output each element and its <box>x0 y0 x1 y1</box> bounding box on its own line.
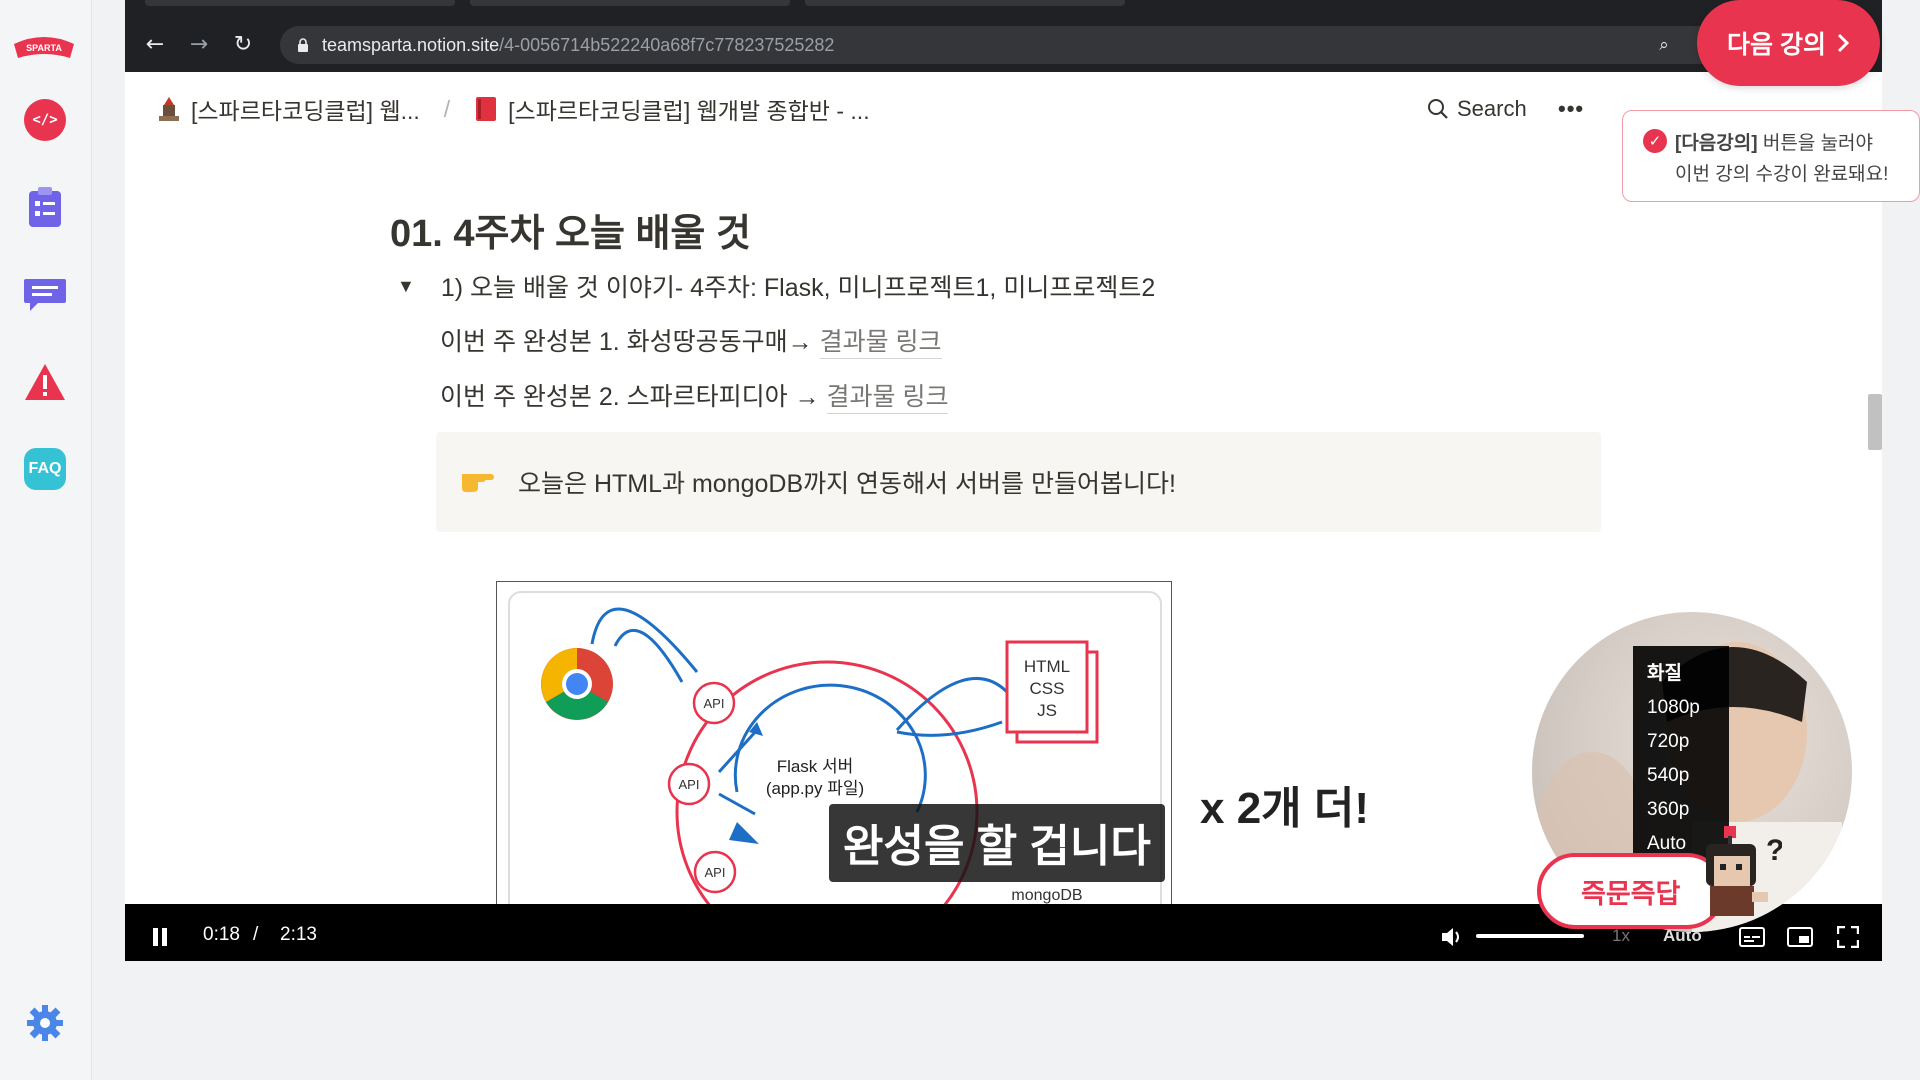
api-label: API <box>704 696 725 711</box>
toast-bold: [다음강의] <box>1675 133 1758 154</box>
search-label: Search <box>1457 96 1527 121</box>
server-file-label: (app.py 파일) <box>766 779 864 798</box>
result-link-1[interactable]: 결과물 링크 <box>819 328 942 359</box>
toast-rest: 버튼을 눌러야 <box>1757 133 1874 154</box>
logo-text: SPARTA <box>26 43 62 53</box>
rocket-emoji-icon <box>157 96 181 122</box>
warning-icon[interactable] <box>20 357 70 407</box>
toast-line-2: 이번 강의 수강이 완료돼요! <box>1675 164 1889 185</box>
instant-qa-button[interactable]: 즉문즉답 <box>1537 853 1725 929</box>
quality-option-540p[interactable]: 540p <box>1633 759 1729 793</box>
mongodb-label: mongoDB <box>1011 887 1082 904</box>
pointing-hand-icon <box>458 458 498 498</box>
browser-chrome: ← → ↻ teamsparta.notion.site/4-0056714b5… <box>125 0 1882 72</box>
toggle-triangle-icon[interactable]: ▼ <box>397 276 415 297</box>
chrome-logo-icon <box>541 648 613 720</box>
chat-icon[interactable] <box>20 270 70 320</box>
result-line-1: 이번 주 완성본 1. 화성땅공동구매→ 결과물 링크 <box>440 322 942 359</box>
html-label: HTML <box>1024 657 1070 676</box>
toast-line-1: [다음강의] 버튼을 눌러야 <box>1675 128 1873 155</box>
mascot-character-icon[interactable]: ? <box>1700 826 1784 922</box>
url-text: teamsparta.notion.site/4-0056714b522240a… <box>322 35 834 56</box>
browser-tab[interactable] <box>145 0 455 6</box>
callout-text: 오늘은 HTML과 mongoDB까지 연동해서 서버를 만들어봅니다! <box>518 470 1176 498</box>
more-options-icon[interactable]: ••• <box>1558 96 1584 122</box>
breadcrumb-item-page[interactable]: [스파르타코딩클럽] 웹개발 종합반 - ... <box>508 92 869 126</box>
zoom-icon[interactable]: ⌕ <box>1653 34 1675 56</box>
search-button[interactable]: Search <box>1427 96 1527 122</box>
toggle-block[interactable]: ▼ 1) 오늘 배울 것 이야기- 4주차: Flask, 미니프로젝트1, 미… <box>397 268 1155 304</box>
current-time: 0:18 <box>203 924 240 945</box>
forward-arrow-icon[interactable]: → <box>185 30 213 58</box>
pause-icon[interactable] <box>145 922 175 952</box>
search-icon <box>1428 99 1448 119</box>
css-label: CSS <box>1030 679 1065 698</box>
check-circle-icon: ✓ <box>1643 129 1667 153</box>
reload-icon[interactable]: ↻ <box>229 30 257 58</box>
breadcrumb: [스파르타코딩클럽] 웹... / [스파르타코딩클럽] 웹개발 종합반 - .… <box>157 94 870 124</box>
js-label: JS <box>1037 701 1057 720</box>
volume-icon[interactable] <box>1437 922 1467 952</box>
next-lecture-label: 다음 강의 <box>1727 31 1826 59</box>
callout-block: 오늘은 HTML과 mongoDB까지 연동해서 서버를 만들어봅니다! <box>436 432 1601 532</box>
subtitles-icon[interactable] <box>1737 922 1767 952</box>
browser-tab[interactable] <box>470 0 790 6</box>
page-heading: 01. 4주차 오늘 배울 것 <box>390 213 751 255</box>
video-subtitle: 완성을 할 겁니다 <box>829 804 1165 882</box>
result-link-2[interactable]: 결과물 링크 <box>826 383 949 414</box>
api-label: API <box>679 777 700 792</box>
picture-in-picture-icon[interactable] <box>1785 922 1815 952</box>
checklist-icon[interactable] <box>20 183 70 233</box>
times-more-label: x 2개 더! <box>1200 784 1370 833</box>
svg-text:?: ? <box>1766 834 1782 867</box>
faq-icon[interactable]: FAQ <box>20 444 70 494</box>
lock-icon <box>292 34 314 56</box>
result-line-2: 이번 주 완성본 2. 스파르타피디아 → 결과물 링크 <box>440 377 949 414</box>
breadcrumb-separator: / <box>443 95 451 122</box>
faq-label: FAQ <box>24 448 66 490</box>
time-separator: / <box>253 924 259 945</box>
speed-button[interactable]: 1x <box>1612 926 1630 946</box>
duration: 2:13 <box>280 924 317 945</box>
result-line-2-text: 이번 주 완성본 2. 스파르타피디아 → <box>440 383 827 411</box>
red-book-emoji-icon <box>474 96 498 122</box>
breadcrumb-item-course[interactable]: [스파르타코딩클럽] 웹... <box>191 92 420 126</box>
server-label: Flask 서버 <box>777 757 854 776</box>
volume-slider[interactable] <box>1476 934 1584 938</box>
quality-option-360p[interactable]: 360p <box>1633 793 1729 827</box>
instant-qa-label: 즉문즉답 <box>1581 878 1681 909</box>
code-icon[interactable]: </> <box>20 95 70 145</box>
page-scrollbar[interactable] <box>1868 394 1882 450</box>
chevron-right-icon <box>1837 33 1850 53</box>
api-label: API <box>705 865 726 880</box>
sparta-logo[interactable]: SPARTA <box>10 30 78 66</box>
quality-option-1080p[interactable]: 1080p <box>1633 691 1729 725</box>
left-sidebar: SPARTA </> FAQ <box>0 0 92 1080</box>
toggle-text: 1) 오늘 배울 것 이야기- 4주차: Flask, 미니프로젝트1, 미니프… <box>440 274 1156 302</box>
url-path: /4-0056714b522240a68f7c778237525282 <box>499 35 835 55</box>
address-bar[interactable]: teamsparta.notion.site/4-0056714b522240a… <box>280 26 1830 64</box>
url-host: teamsparta.notion.site <box>322 35 500 55</box>
settings-gear-icon[interactable] <box>20 998 70 1048</box>
next-lecture-button[interactable]: 다음 강의 <box>1697 0 1880 86</box>
browser-tab[interactable] <box>805 0 1125 6</box>
result-line-1-text: 이번 주 완성본 1. 화성땅공동구매→ <box>440 328 820 356</box>
completion-toast: ✓ [다음강의] 버튼을 눌러야 이번 강의 수강이 완료돼요! › <box>1622 110 1920 202</box>
fullscreen-icon[interactable] <box>1833 922 1863 952</box>
quality-option-720p[interactable]: 720p <box>1633 725 1729 759</box>
quality-menu-title: 화질 <box>1647 663 1682 684</box>
back-arrow-icon[interactable]: ← <box>141 30 169 58</box>
